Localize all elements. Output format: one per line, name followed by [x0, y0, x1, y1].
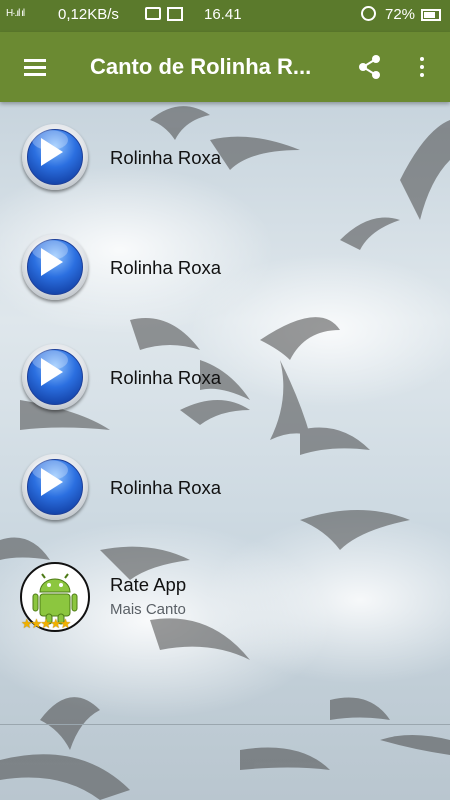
app-bar: Canto de Rolinha R... [0, 32, 450, 102]
play-button-icon[interactable] [22, 344, 88, 410]
list-item-label: Rolinha Roxa [110, 477, 222, 498]
alarm-icon [361, 6, 376, 21]
list-item-label: Rolinha Roxa [110, 147, 222, 168]
signal-strength-icon: H·.ıl ıl [6, 8, 25, 19]
status-bar: H·.ıl ıl 0,12KB/s 16.41 72% [0, 0, 450, 32]
list-item-label: Rolinha Roxa [110, 257, 222, 278]
rate-app-title: Rate App [110, 574, 187, 595]
list-item-label: Rolinha Roxa [110, 367, 222, 388]
rate-app-subtitle: Mais Canto [110, 601, 186, 618]
clock-time: 16.41 [204, 6, 242, 23]
battery-percentage: 72% [385, 6, 416, 23]
play-button-icon[interactable] [22, 234, 88, 300]
list-item-sound-4[interactable]: Rolinha Roxa [0, 432, 450, 542]
list-item-sound-3[interactable]: Rolinha Roxa [0, 322, 450, 432]
app-title: Canto de Rolinha R... [90, 54, 312, 79]
battery-icon [421, 9, 441, 21]
rating-stars-icon: ★★★★★ [21, 616, 71, 631]
hamburger-menu-icon[interactable] [14, 52, 56, 82]
play-button-icon[interactable] [22, 124, 88, 190]
divider [0, 724, 450, 725]
more-vert-icon[interactable] [410, 52, 434, 82]
share-icon[interactable] [355, 52, 385, 82]
play-button-icon[interactable] [22, 454, 88, 520]
list-item-sound-2[interactable]: Rolinha Roxa [0, 212, 450, 322]
image-notification-icon [167, 7, 183, 21]
chat-notification-icon [145, 7, 161, 20]
network-speed: 0,12KB/s [58, 6, 119, 23]
list-item-sound-1[interactable]: Rolinha Roxa [0, 102, 450, 212]
